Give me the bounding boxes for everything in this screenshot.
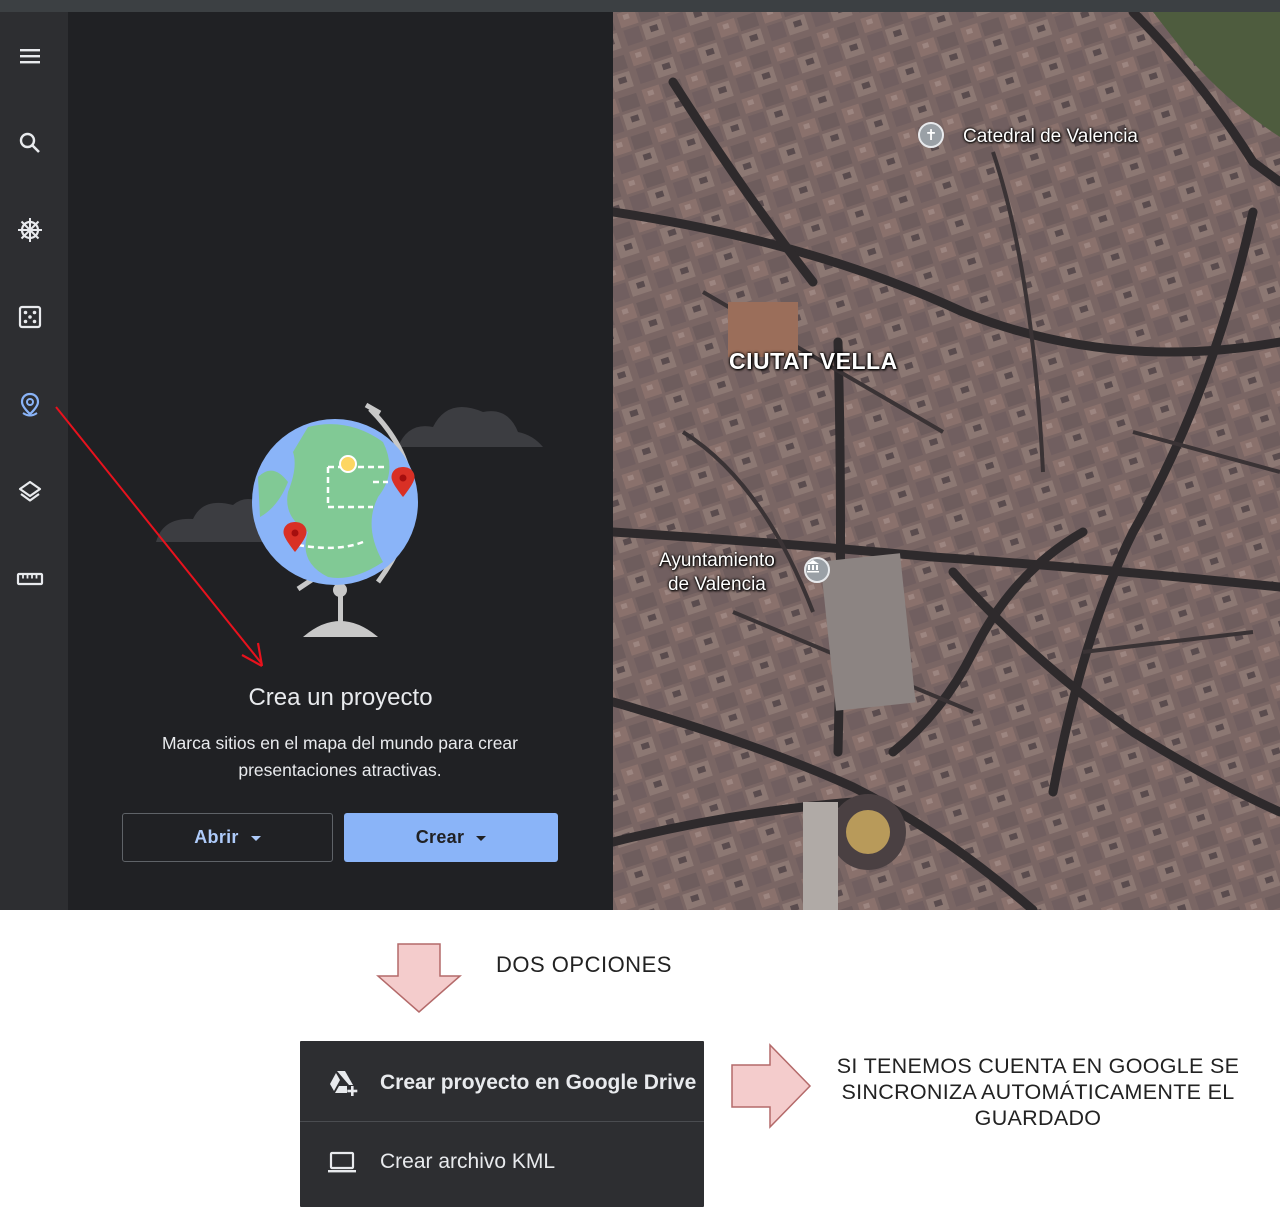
red-pointer-arrow [55, 406, 264, 667]
options-label: DOS OPCIONES [496, 952, 672, 977]
create-in-drive-label: Crear proyecto en Google Drive [380, 1071, 697, 1094]
map-label-ayuntamiento-line2: de Valencia [667, 574, 766, 595]
google-drive-add-icon [330, 1071, 358, 1096]
building-icon [807, 560, 819, 573]
map-label-ayuntamiento[interactable]: Ayuntamiento de Valencia [659, 549, 775, 597]
church-poi-icon[interactable]: ✝ [918, 122, 944, 148]
laptop-icon [328, 1151, 356, 1172]
map-label-district: CIUTAT VELLA [729, 348, 898, 374]
map-label-ayuntamiento-line1: Ayuntamiento [659, 550, 775, 571]
down-arrow-icon [376, 943, 462, 1013]
city-hall-poi-icon[interactable] [804, 557, 830, 583]
map-label-catedral[interactable]: Catedral de Valencia [963, 126, 1138, 148]
sync-note: SI TENEMOS CUENTA EN GOOGLE SE SINCRONIZ… [836, 1054, 1240, 1130]
create-kml-menu-item[interactable]: Crear archivo KML [300, 1121, 704, 1201]
create-dropdown-menu: Crear proyecto en Google Drive Crear arc… [300, 1041, 704, 1207]
create-in-drive-menu-item[interactable]: Crear proyecto en Google Drive [300, 1043, 704, 1123]
right-arrow-icon [731, 1043, 812, 1129]
create-kml-label: Crear archivo KML [380, 1149, 556, 1173]
satellite-imagery [613, 12, 1280, 910]
google-earth-screenshot: Crea un proyecto Marca sitios en el mapa… [0, 0, 1280, 910]
satellite-map[interactable]: ✝ Catedral de Valencia CIUTAT VELLA Ayun… [613, 12, 1280, 910]
